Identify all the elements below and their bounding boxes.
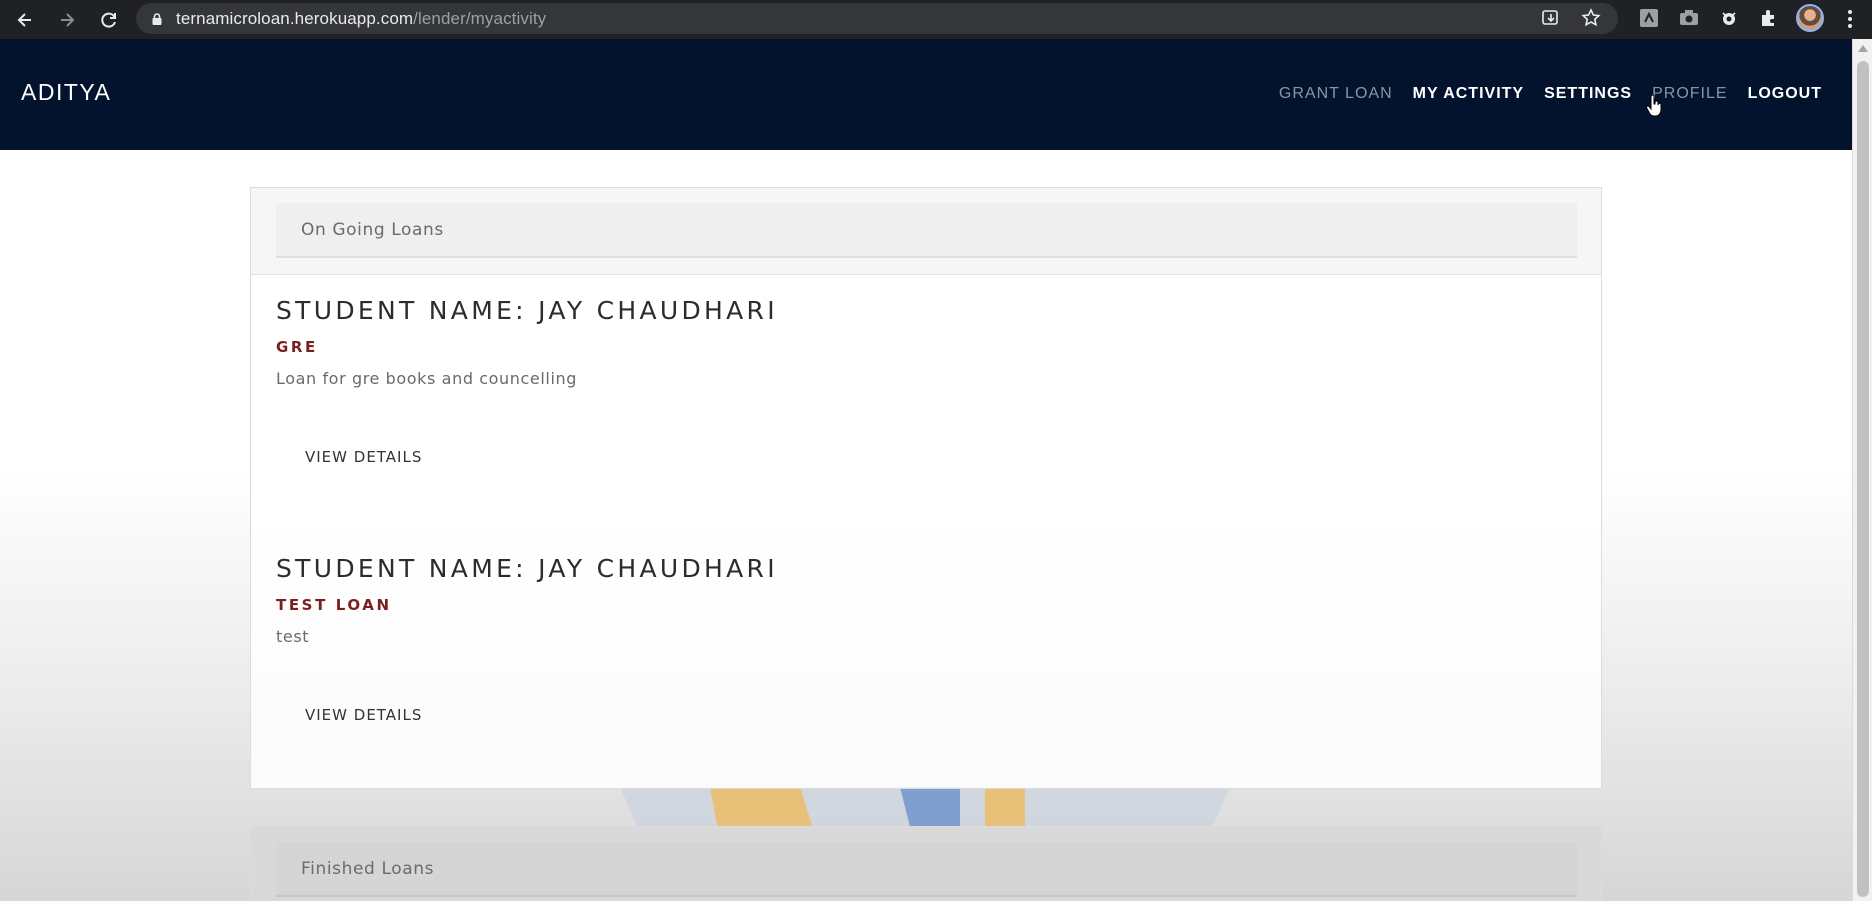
extension-bug-icon[interactable]: [1716, 5, 1742, 31]
finished-loans-heading: Finished Loans: [276, 842, 1577, 897]
loan-description: test: [276, 627, 310, 646]
nav-logout[interactable]: LOGOUT: [1748, 85, 1822, 103]
loan-name: TEST LOAN: [276, 596, 392, 614]
loan-student-name: STUDENT NAME: JAY CHAUDHARI: [276, 296, 778, 325]
brand-name[interactable]: ADITYA: [21, 79, 111, 106]
site-navbar: ADITYA GRANT LOAN MY ACTIVITY SETTINGS P…: [0, 39, 1852, 150]
nav-links: GRANT LOAN MY ACTIVITY SETTINGS PROFILE …: [1279, 85, 1822, 103]
back-button[interactable]: [8, 3, 42, 37]
forward-arrow-icon: [61, 12, 75, 27]
view-details-button[interactable]: VIEW DETAILS: [305, 706, 422, 724]
extensions-puzzle-icon[interactable]: [1756, 5, 1782, 31]
back-arrow-icon: [17, 12, 31, 27]
extension-1-icon[interactable]: [1636, 5, 1662, 31]
view-details-button[interactable]: VIEW DETAILS: [305, 448, 422, 466]
browser-menu-icon[interactable]: [1838, 7, 1862, 31]
forward-button[interactable]: [50, 3, 84, 37]
bookmark-star-icon[interactable]: [1580, 7, 1602, 29]
browser-toolbar: ternamicroloan.herokuapp.com/lender/myac…: [0, 0, 1872, 39]
nav-profile[interactable]: PROFILE: [1652, 85, 1727, 103]
scroll-thumb[interactable]: [1857, 61, 1869, 897]
card-header: On Going Loans: [251, 188, 1601, 275]
card-header: Finished Loans: [251, 827, 1601, 901]
loan-item: STUDENT NAME: JAY CHAUDHARI GRE Loan for…: [251, 275, 1601, 533]
loan-item: STUDENT NAME: JAY CHAUDHARI TEST LOAN te…: [251, 533, 1601, 791]
url-text: ternamicroloan.herokuapp.com/lender/myac…: [176, 8, 547, 28]
loan-student-name: STUDENT NAME: JAY CHAUDHARI: [276, 554, 778, 583]
reload-icon: [101, 12, 116, 28]
lock-icon: [152, 12, 162, 25]
reload-button[interactable]: [92, 3, 126, 37]
nav-settings[interactable]: SETTINGS: [1544, 85, 1632, 103]
page-viewport: ADITYA GRANT LOAN MY ACTIVITY SETTINGS P…: [0, 39, 1852, 901]
ongoing-loans-card: On Going Loans STUDENT NAME: JAY CHAUDHA…: [250, 187, 1602, 789]
nav-grant-loan[interactable]: GRANT LOAN: [1279, 85, 1393, 103]
hand-cursor-icon: [1646, 95, 1662, 117]
ongoing-loans-heading: On Going Loans: [276, 203, 1577, 258]
loan-name: GRE: [276, 338, 318, 356]
finished-loans-card: Finished Loans: [250, 826, 1602, 901]
scroll-up-arrow-icon[interactable]: [1858, 45, 1868, 52]
loan-description: Loan for gre books and councelling: [276, 369, 578, 388]
nav-my-activity[interactable]: MY ACTIVITY: [1413, 85, 1524, 103]
page-scrollbar[interactable]: [1852, 39, 1872, 901]
address-bar[interactable]: ternamicroloan.herokuapp.com/lender/myac…: [136, 3, 1618, 34]
profile-avatar[interactable]: [1796, 4, 1824, 32]
screenshot-camera-icon[interactable]: [1676, 5, 1702, 31]
install-app-icon[interactable]: [1540, 7, 1562, 29]
